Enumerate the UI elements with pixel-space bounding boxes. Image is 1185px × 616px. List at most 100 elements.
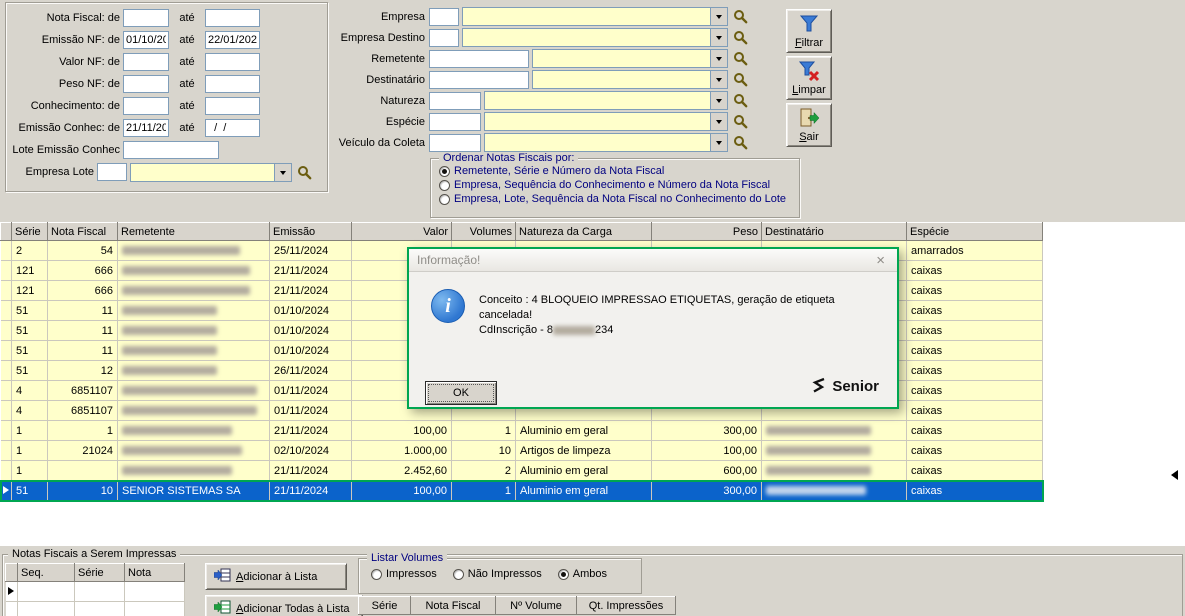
column-header[interactable]: Natureza da Carga xyxy=(515,222,652,241)
empresa-lote-combo[interactable] xyxy=(130,162,292,182)
grid-cell[interactable]: caixas xyxy=(906,440,1043,461)
field-code-input[interactable] xyxy=(429,112,481,131)
column-header[interactable]: Série xyxy=(358,596,411,615)
grid-cell[interactable] xyxy=(117,340,270,361)
grid-cell[interactable] xyxy=(117,460,270,481)
grid-cell[interactable]: 1 xyxy=(451,480,516,501)
grid-cell[interactable]: 4 xyxy=(11,400,48,421)
magnifier-icon[interactable] xyxy=(733,72,748,87)
magnifier-icon[interactable] xyxy=(733,51,748,66)
grid-row[interactable]: 1 1 21/11/2024 100,00 1 Aluminio em geral 300,… xyxy=(0,420,1043,441)
grid-cell[interactable]: 2 xyxy=(11,240,48,261)
field-code-input[interactable] xyxy=(429,28,459,47)
grid-cell[interactable]: 12 xyxy=(47,360,118,381)
chevron-down-icon[interactable] xyxy=(710,92,727,109)
queue-row[interactable] xyxy=(5,581,185,602)
field-combo[interactable] xyxy=(532,49,728,68)
grid-cell[interactable] xyxy=(117,360,270,381)
queue-cell[interactable] xyxy=(17,581,75,602)
filter-to-input[interactable] xyxy=(205,75,260,93)
dialog-titlebar[interactable]: Informação! × xyxy=(409,249,897,272)
grid-cell[interactable]: 121 xyxy=(11,280,48,301)
grid-cell[interactable]: 100,00 xyxy=(351,480,452,501)
grid-cell[interactable]: 10 xyxy=(451,440,516,461)
sair-button[interactable]: Sair xyxy=(786,103,832,147)
column-header[interactable]: Nota xyxy=(124,563,185,582)
ok-button[interactable]: OK xyxy=(425,381,497,405)
grid-cell[interactable]: 11 xyxy=(47,320,118,341)
grid-cell[interactable]: 21/11/2024 xyxy=(269,420,352,441)
grid-cell[interactable] xyxy=(117,320,270,341)
grid-cell[interactable]: caixas xyxy=(906,460,1043,481)
grid-cell[interactable]: 11 xyxy=(47,340,118,361)
grid-cell[interactable]: 51 xyxy=(11,320,48,341)
grid-cell[interactable]: 100,00 xyxy=(651,440,762,461)
filter-from-input[interactable] xyxy=(123,97,169,115)
grid-cell[interactable]: 300,00 xyxy=(651,420,762,441)
grid-cell[interactable]: 01/11/2024 xyxy=(269,400,352,421)
grid-cell[interactable] xyxy=(117,240,270,261)
filter-from-input[interactable] xyxy=(123,53,169,71)
column-header[interactable]: Nota Fiscal xyxy=(47,222,118,241)
grid-cell[interactable]: 21/11/2024 xyxy=(269,480,352,501)
grid-cell[interactable]: caixas xyxy=(906,260,1043,281)
grid-row-selected[interactable]: 51 10 SENIOR SISTEMAS SA 21/11/2024 100,00 1 A… xyxy=(0,479,1044,502)
queue-cell[interactable] xyxy=(124,601,185,616)
grid-cell[interactable] xyxy=(117,300,270,321)
grid-cell[interactable]: 6851107 xyxy=(47,380,118,401)
column-header[interactable]: Emissão xyxy=(269,222,352,241)
queue-cell[interactable] xyxy=(17,601,75,616)
filter-from-input[interactable] xyxy=(123,75,169,93)
grid-cell[interactable] xyxy=(117,260,270,281)
chevron-down-icon[interactable] xyxy=(710,71,727,88)
column-header[interactable]: Seq. xyxy=(17,563,75,582)
filter-from-input[interactable] xyxy=(123,119,169,137)
radio-button[interactable] xyxy=(439,193,450,205)
radio-button[interactable] xyxy=(371,568,382,580)
grid-cell[interactable]: 11 xyxy=(47,300,118,321)
volume-option[interactable]: Impressos xyxy=(371,568,437,580)
grid-row[interactable]: 1 21024 02/10/2024 1.000,00 10 Artigos de lim… xyxy=(0,440,1043,461)
column-header[interactable]: Destinatário xyxy=(761,222,907,241)
field-combo[interactable] xyxy=(484,133,728,152)
grid-cell[interactable] xyxy=(117,280,270,301)
field-code-input[interactable] xyxy=(429,7,459,26)
grid-cell[interactable]: 21/11/2024 xyxy=(269,280,352,301)
grid-cell[interactable] xyxy=(761,440,907,461)
grid-cell[interactable]: 01/10/2024 xyxy=(269,340,352,361)
chevron-down-icon[interactable] xyxy=(710,8,727,25)
filtrar-button[interactable]: Filtrar xyxy=(786,9,832,53)
filter-to-input[interactable] xyxy=(205,119,260,137)
grid-cell[interactable]: 121 xyxy=(11,260,48,281)
grid-cell[interactable]: 600,00 xyxy=(651,460,762,481)
grid-cell[interactable]: 6851107 xyxy=(47,400,118,421)
grid-cell[interactable]: 10 xyxy=(47,480,118,501)
grid-cell[interactable]: 02/10/2024 xyxy=(269,440,352,461)
grid-cell[interactable] xyxy=(117,440,270,461)
limpar-button[interactable]: Limpar xyxy=(786,56,832,100)
empresa-lote-code-input[interactable] xyxy=(97,163,127,181)
grid-scroll-arrow[interactable] xyxy=(1171,470,1178,480)
chevron-down-icon[interactable] xyxy=(710,113,727,130)
grid-cell[interactable]: caixas xyxy=(906,360,1043,381)
grid-cell[interactable]: caixas xyxy=(906,420,1043,441)
filter-to-input[interactable] xyxy=(205,9,260,27)
filter-from-input[interactable] xyxy=(123,31,169,49)
radio-button[interactable] xyxy=(439,179,450,191)
order-option[interactable]: Empresa, Sequência do Conhecimento e Núm… xyxy=(431,178,799,192)
grid-cell[interactable]: 51 xyxy=(11,300,48,321)
column-header[interactable]: Série xyxy=(74,563,125,582)
grid-cell[interactable]: 01/11/2024 xyxy=(269,380,352,401)
magnifier-icon[interactable] xyxy=(733,9,748,24)
magnifier-icon[interactable] xyxy=(733,30,748,45)
filter-to-input[interactable] xyxy=(205,97,260,115)
column-header[interactable]: Nº Volume xyxy=(495,596,577,615)
print-queue-grid[interactable]: Seq. Série Nota xyxy=(5,563,185,616)
grid-cell[interactable]: 51 xyxy=(11,340,48,361)
queue-cell[interactable] xyxy=(74,601,125,616)
field-combo[interactable] xyxy=(462,28,728,47)
volume-option[interactable]: Não Impressos xyxy=(452,568,542,580)
volume-option[interactable]: Ambos xyxy=(557,568,607,580)
chevron-down-icon[interactable] xyxy=(710,50,727,67)
column-header[interactable]: Valor xyxy=(351,222,452,241)
